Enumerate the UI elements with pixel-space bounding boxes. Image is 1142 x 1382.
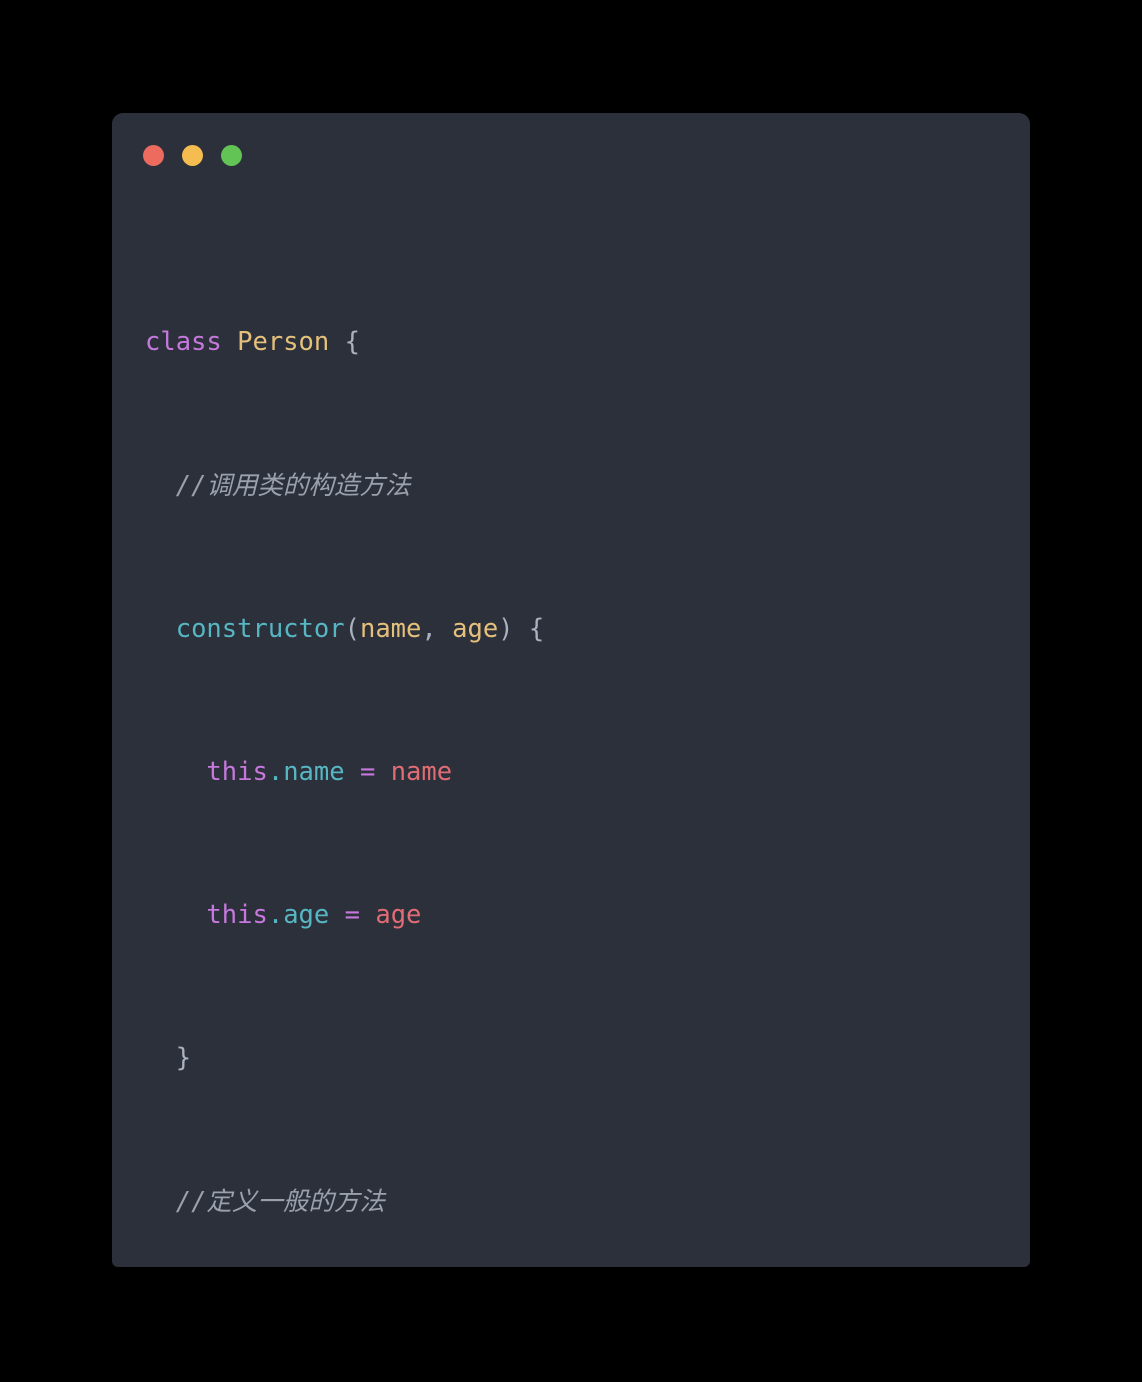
brace-open: { bbox=[344, 327, 360, 358]
code-line: this.age = age bbox=[145, 898, 1030, 934]
brace-open: { bbox=[528, 613, 545, 644]
code-line: constructor(name, age) { bbox=[145, 612, 1030, 648]
comment-constructor-note: //调用类的构造方法 bbox=[175, 470, 411, 501]
keyword-this: this bbox=[206, 756, 268, 787]
property-age: .age bbox=[267, 900, 330, 931]
paren-close: ) bbox=[498, 613, 514, 644]
paren-open: ( bbox=[344, 613, 360, 644]
traffic-light-buttons bbox=[143, 144, 242, 166]
property-name: .name bbox=[267, 756, 345, 787]
value-age: age bbox=[375, 900, 422, 931]
keyword-class: class bbox=[145, 327, 222, 358]
window-title-bar[interactable] bbox=[112, 113, 1030, 197]
code-line: //定义一般的方法 bbox=[145, 1185, 1030, 1221]
close-traffic-light-icon[interactable] bbox=[143, 144, 164, 166]
code-line: this.name = name bbox=[145, 755, 1030, 791]
comment-method-note: //定义一般的方法 bbox=[175, 1186, 385, 1217]
code-block[interactable]: class Person { //调用类的构造方法 constructor(na… bbox=[112, 197, 1030, 1267]
brace-close: } bbox=[175, 1043, 192, 1074]
minimize-traffic-light-icon[interactable] bbox=[182, 144, 203, 166]
maximize-traffic-light-icon[interactable] bbox=[221, 144, 242, 166]
code-window: class Person { //调用类的构造方法 constructor(na… bbox=[112, 113, 1030, 1267]
comma: , bbox=[421, 613, 437, 644]
operator-assign: = bbox=[359, 756, 376, 787]
function-constructor: constructor bbox=[175, 613, 345, 644]
code-line: class Person { bbox=[145, 325, 1030, 361]
code-line: } bbox=[145, 1041, 1030, 1077]
param-age: age bbox=[452, 613, 499, 644]
class-name-person: Person bbox=[237, 327, 330, 358]
screenshot-root: class Person { //调用类的构造方法 constructor(na… bbox=[0, 0, 1142, 1382]
keyword-this: this bbox=[206, 900, 268, 931]
param-name: name bbox=[359, 613, 422, 644]
operator-assign: = bbox=[344, 900, 360, 931]
value-name: name bbox=[390, 756, 453, 787]
code-line: //调用类的构造方法 bbox=[145, 469, 1030, 505]
